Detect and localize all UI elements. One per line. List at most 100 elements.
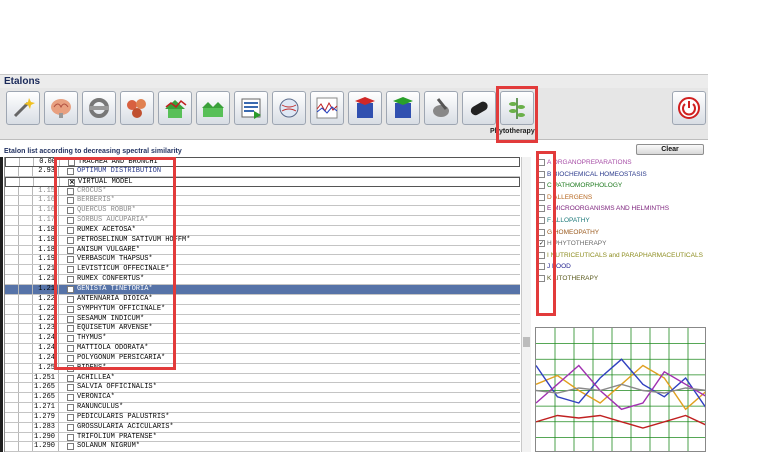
- similarity-value: 1.283: [33, 422, 59, 432]
- etalon-name: GROSSULARIA ACICULARIS*: [77, 422, 174, 431]
- row-checkbox[interactable]: [67, 384, 74, 392]
- row-cell: [5, 363, 19, 373]
- spectrum-chart: [535, 327, 706, 452]
- etalon-name: ACHILLEA*: [77, 373, 115, 382]
- row-cell: [5, 314, 19, 324]
- row-cell: [5, 442, 19, 452]
- row-cell: [5, 344, 19, 353]
- table-row[interactable]: 1.265 VERONICA*: [5, 393, 520, 404]
- row-cell: [5, 334, 19, 344]
- wand-icon[interactable]: [6, 91, 40, 125]
- scroll-thumb[interactable]: [523, 337, 530, 347]
- brain-icon[interactable]: [44, 91, 78, 125]
- category-label: B BIOCHEMICAL HOMEOSTASIS: [547, 170, 647, 178]
- row-cell: [19, 334, 33, 344]
- row-cell: [5, 186, 19, 196]
- row-cell: [19, 304, 33, 314]
- row-cell: [6, 158, 20, 166]
- category-item[interactable]: E MICROORGANISMS AND HELMINTHS: [538, 205, 669, 215]
- row-cell: [5, 373, 19, 383]
- row-checkbox[interactable]: [67, 404, 74, 412]
- toolbar: Phytotherapy: [0, 88, 708, 140]
- row-cell: [19, 275, 33, 284]
- similarity-value: 1.271: [33, 403, 59, 412]
- category-label: C PATHOMORPHOLOGY: [547, 182, 623, 190]
- category-label: I NUTRICEUTICALS and PARAPHARMACEUTICALS: [547, 252, 703, 260]
- pipes-icon[interactable]: [82, 91, 116, 125]
- highlight-phytotherapy: [496, 86, 538, 143]
- table-row[interactable]: 1.279 PEDICULARIS PALUSTRIS*: [5, 412, 520, 423]
- row-cell: [19, 255, 33, 265]
- row-cell: [19, 432, 33, 442]
- table-row[interactable]: 1.265 SALVIA OFFICINALIS*: [5, 383, 520, 394]
- row-cell: [5, 432, 19, 442]
- power-icon[interactable]: [672, 91, 706, 125]
- row-cell: [19, 393, 33, 403]
- etalon-name: TRIFOLIUM PRATENSE*: [77, 432, 157, 441]
- highlight-etalon-checkboxes: [54, 157, 176, 370]
- row-cell: [5, 324, 19, 334]
- table-row[interactable]: 1.271 RANUNCULUS*: [5, 403, 520, 413]
- row-cell: [5, 284, 19, 294]
- row-cell: [19, 235, 33, 245]
- etalon-name: PEDICULARIS PALUSTRIS*: [77, 412, 170, 421]
- etalon-name: SOLANUM NIGRUM*: [77, 442, 141, 451]
- row-cell: [5, 383, 19, 393]
- row-cell: [19, 216, 33, 225]
- row-cell: [5, 166, 19, 176]
- magnet-red-icon[interactable]: [348, 91, 382, 125]
- row-checkbox[interactable]: [67, 374, 74, 382]
- vertical-scrollbar[interactable]: [521, 157, 531, 452]
- row-checkbox[interactable]: [67, 443, 74, 451]
- row-cell: [19, 206, 33, 216]
- globe-icon[interactable]: [272, 91, 306, 125]
- table-row[interactable]: 1.283 GROSSULARIA ACICULARIS*: [5, 422, 520, 433]
- list-edge: [0, 157, 3, 452]
- magnet-green-icon[interactable]: [386, 91, 420, 125]
- row-cell: [5, 235, 19, 245]
- table-row[interactable]: 1.290 TRIFOLIUM PRATENSE*: [5, 432, 520, 443]
- row-cell: [5, 294, 19, 304]
- row-cell: [19, 314, 33, 324]
- etalon-list-title: Etalon list according to decreasing spec…: [4, 148, 182, 155]
- houses-icon[interactable]: [196, 91, 230, 125]
- etalon-name: VERONICA*: [77, 393, 115, 402]
- row-cell: [5, 216, 19, 225]
- similarity-value: 1.265: [33, 393, 59, 403]
- window-title: Etalons: [0, 74, 708, 88]
- table-row[interactable]: 1.290 SOLANUM NIGRUM*: [5, 442, 520, 452]
- wave-graph-icon[interactable]: [310, 91, 344, 125]
- row-cell: [19, 245, 33, 255]
- row-cell: [19, 344, 33, 353]
- house-graph-icon[interactable]: [158, 91, 192, 125]
- highlight-category-checkboxes: [536, 151, 556, 316]
- table-row[interactable]: 1.251 ACHILLEA*: [5, 373, 520, 384]
- clear-button[interactable]: Clear: [636, 144, 704, 155]
- list-icon[interactable]: [234, 91, 268, 125]
- similarity-value: 1.290: [33, 442, 59, 452]
- category-label: A ORGANOPREPARATIONS: [547, 159, 632, 167]
- row-cell: [5, 265, 19, 275]
- row-cell: [5, 206, 19, 216]
- row-cell: [19, 383, 33, 393]
- cells-icon[interactable]: [120, 91, 154, 125]
- similarity-value: 1.279: [33, 412, 59, 422]
- row-cell: [5, 422, 19, 432]
- mortar-icon[interactable]: [424, 91, 458, 125]
- similarity-value: 1.265: [33, 383, 59, 393]
- row-cell: [5, 245, 19, 255]
- row-cell: [19, 225, 33, 235]
- row-checkbox[interactable]: [67, 413, 74, 421]
- category-item[interactable]: I NUTRICEUTICALS and PARAPHARMACEUTICALS: [538, 251, 703, 262]
- capsule-icon[interactable]: [462, 91, 496, 125]
- row-cell: [20, 177, 34, 186]
- etalon-name: SALVIA OFFICINALIS*: [77, 383, 157, 392]
- row-cell: [19, 363, 33, 373]
- row-cell: [5, 196, 19, 206]
- row-checkbox[interactable]: [67, 423, 74, 431]
- row-checkbox[interactable]: [67, 394, 74, 402]
- etalon-name: RANUNCULUS*: [77, 403, 124, 412]
- category-label: E MICROORGANISMS AND HELMINTHS: [547, 205, 670, 213]
- row-checkbox[interactable]: [67, 433, 74, 441]
- row-cell: [5, 304, 19, 314]
